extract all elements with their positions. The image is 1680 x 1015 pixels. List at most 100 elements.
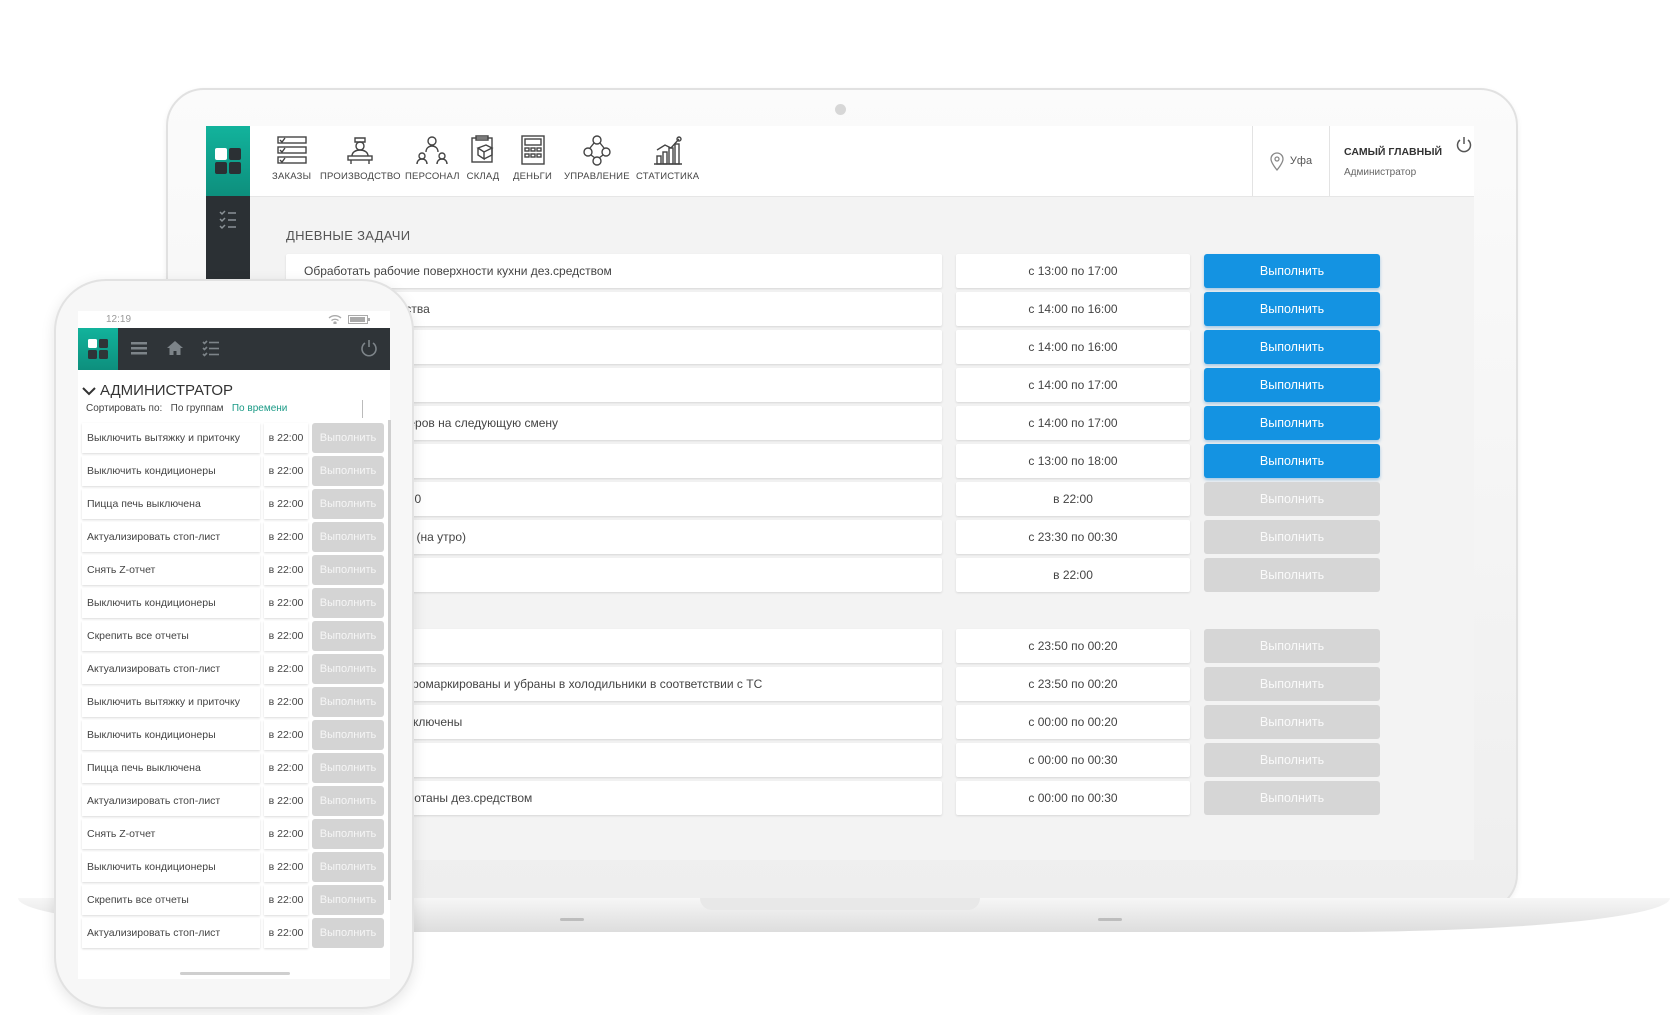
complete-button[interactable]: Выполнить	[1204, 520, 1380, 554]
complete-button[interactable]: Выполнить	[312, 720, 384, 750]
task-row: цевание производства с 14:00 по 16:00 Вы…	[286, 292, 1380, 326]
warehouse-icon	[471, 135, 494, 163]
complete-button[interactable]: Выполнить	[312, 522, 384, 552]
city-name: Уфа	[1289, 155, 1313, 167]
nav-warehouse[interactable]: СКЛАД	[466, 134, 500, 182]
complete-button[interactable]: Выполнить	[1204, 705, 1380, 739]
nav-money[interactable]: ДЕНЬГИ	[513, 134, 552, 182]
complete-button[interactable]: Выполнить	[1204, 330, 1380, 364]
task-time: в 22:00	[264, 588, 308, 618]
task-name: Выключить вытяжку и приточку	[82, 423, 260, 453]
nav-production[interactable]: ПРОИЗВОДСТВО	[320, 134, 401, 182]
top-navigation: ЗАКАЗЫ ПРОИЗВОДСТВО ПЕРСОНАЛ СКЛАД ДЕНЬГ…	[250, 126, 1474, 197]
scrollbar[interactable]	[388, 420, 391, 900]
complete-button[interactable]: Выполнить	[1204, 482, 1380, 516]
complete-button[interactable]: Выполнить	[312, 786, 384, 816]
complete-button[interactable]: Выполнить	[1204, 406, 1380, 440]
complete-button[interactable]: Выполнить	[1204, 368, 1380, 402]
nav-label: СТАТИСТИКА	[636, 171, 700, 182]
production-icon	[347, 137, 374, 164]
complete-button[interactable]: Выполнить	[312, 918, 384, 948]
task-name: Актуализировать стоп-лист	[82, 522, 260, 552]
complete-button[interactable]: Выполнить	[1204, 743, 1380, 777]
nav-statistics[interactable]: СТАТИСТИКА	[636, 134, 699, 182]
task-time: с 13:00 по 17:00	[956, 254, 1190, 288]
complete-button[interactable]: Выполнить	[312, 456, 384, 486]
money-icon	[520, 135, 545, 165]
user-role: Администратор	[1344, 167, 1417, 178]
home-indicator[interactable]	[180, 972, 290, 975]
tasks-icon[interactable]	[206, 196, 250, 244]
nav-label: СКЛАД	[466, 171, 500, 182]
task-row: чена с 23:50 по 00:20 Выполнить	[286, 629, 1380, 663]
role-header[interactable]: АДМИНИСТРАТОР	[82, 382, 233, 399]
management-icon	[583, 135, 611, 166]
staff-icon	[416, 136, 449, 165]
home-icon[interactable]	[166, 339, 184, 357]
complete-button[interactable]: Выполнить	[1204, 292, 1380, 326]
power-icon[interactable]	[1456, 136, 1472, 159]
sort-by-groups[interactable]: По группам	[171, 403, 224, 414]
nav-staff[interactable]: ПЕРСОНАЛ	[405, 134, 460, 182]
complete-button[interactable]: Выполнить	[1204, 444, 1380, 478]
complete-button[interactable]: Выполнить	[312, 588, 384, 618]
complete-button[interactable]: Выполнить	[1204, 781, 1380, 815]
task-time: в 22:00	[264, 720, 308, 750]
complete-button[interactable]: Выполнить	[312, 621, 384, 651]
task-name: Обработать рабочие поверхности кухни дез…	[286, 254, 942, 288]
nav-orders[interactable]: ЗАКАЗЫ	[272, 134, 311, 182]
task-time: с 23:30 по 00:30	[956, 520, 1190, 554]
complete-button[interactable]: Выполнить	[1204, 667, 1380, 701]
complete-button[interactable]: Выполнить	[312, 753, 384, 783]
task-name: Снять Z-отчет	[82, 819, 260, 849]
nav-management[interactable]: УПРАВЛЕНИЕ	[564, 134, 630, 182]
complete-button[interactable]: Выполнить	[312, 819, 384, 849]
user-info[interactable]: САМЫЙ ГЛАВНЫЙ Администратор	[1344, 146, 1442, 178]
complete-button[interactable]: Выполнить	[312, 423, 384, 453]
task-row: Обработать рабочие поверхности кухни дез…	[286, 254, 1380, 288]
power-icon[interactable]	[360, 339, 378, 357]
list-item: Выключить кондиционеры в 22:00 Выполнить	[82, 720, 388, 750]
task-row: евание склада с 14:00 по 16:00 Выполнить	[286, 330, 1380, 364]
list-item: Снять Z-отчет в 22:00 Выполнить	[82, 555, 388, 585]
tasks-icon[interactable]	[202, 339, 220, 357]
city-selector[interactable]: Уфа	[1252, 126, 1330, 196]
task-name: Пицца печь выключена	[82, 753, 260, 783]
task-time: в 22:00	[264, 456, 308, 486]
list-item: Выключить кондиционеры в 22:00 Выполнить	[82, 852, 388, 882]
task-time: в 22:00	[264, 918, 308, 948]
task-time: с 14:00 по 16:00	[956, 292, 1190, 326]
complete-button[interactable]: Выполнить	[1204, 254, 1380, 288]
task-row: льный обзвон курьеров на следующую смену…	[286, 406, 1380, 440]
list-item: Актуализировать стоп-лист в 22:00 Выполнит…	[82, 918, 388, 948]
app-logo-icon[interactable]	[206, 126, 250, 196]
task-name: Пицца печь выключена	[82, 489, 260, 519]
task-name: Выключить вытяжку и приточку	[82, 687, 260, 717]
list-item: Снять Z-отчет в 22:00 Выполнить	[82, 819, 388, 849]
complete-button[interactable]: Выполнить	[1204, 558, 1380, 592]
task-time: в 22:00	[264, 852, 308, 882]
complete-button[interactable]: Выполнить	[312, 885, 384, 915]
app-logo-icon[interactable]	[78, 328, 118, 370]
task-name: Скрепить все отчеты	[82, 621, 260, 651]
complete-button[interactable]: Выполнить	[312, 852, 384, 882]
phone-toolbar	[78, 328, 390, 370]
task-time: с 13:00 по 18:00	[956, 444, 1190, 478]
list-item: Скрепить все отчеты в 22:00 Выполнить	[82, 885, 388, 915]
phone-clock: 12:19	[106, 314, 132, 325]
chevron-down-icon	[82, 386, 96, 395]
task-time: в 22:00	[264, 885, 308, 915]
task-time: с 23:50 по 00:20	[956, 667, 1190, 701]
list-item: Пицца печь выключена в 22:00 Выполнить	[82, 489, 388, 519]
complete-button[interactable]: Выполнить	[312, 489, 384, 519]
complete-button[interactable]: Выполнить	[1204, 629, 1380, 663]
task-row: сти убраны и обработаны дез.средством с …	[286, 781, 1380, 815]
task-time: в 22:00	[956, 558, 1190, 592]
complete-button[interactable]: Выполнить	[312, 687, 384, 717]
list-item: Выключить кондиционеры в 22:00 Выполнить	[82, 588, 388, 618]
complete-button[interactable]: Выполнить	[312, 654, 384, 684]
complete-button[interactable]: Выполнить	[312, 555, 384, 585]
sort-by-time[interactable]: По времени	[232, 403, 288, 414]
menu-icon[interactable]	[130, 339, 148, 357]
task-time: в 22:00	[264, 654, 308, 684]
